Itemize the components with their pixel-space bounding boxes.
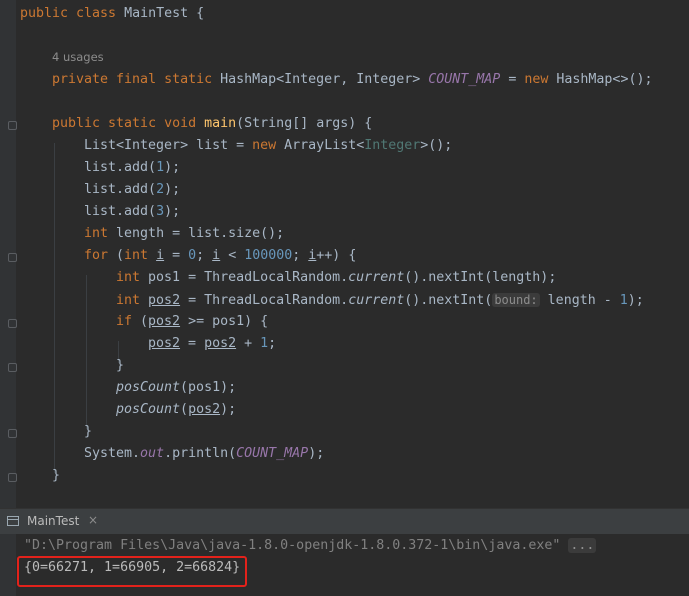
code-line[interactable]: list.add(3); — [84, 201, 180, 223]
code-line[interactable]: posCount(pos1); — [116, 377, 236, 399]
code-line[interactable]: private final static HashMap<Integer, In… — [52, 69, 652, 91]
code-line[interactable]: int pos1 = ThreadLocalRandom.current().n… — [116, 267, 556, 289]
code-line[interactable]: pos2 = pos2 + 1; — [148, 333, 276, 355]
code-line[interactable]: for (int i = 0; i < 100000; i++) { — [84, 245, 356, 267]
console-gutter — [0, 534, 16, 596]
code-line[interactable]: } — [116, 355, 124, 377]
code-line[interactable]: posCount(pos2); — [116, 399, 236, 421]
code-line[interactable]: int length = list.size(); — [84, 223, 284, 245]
code-line[interactable]: list.add(2); — [84, 179, 180, 201]
code-line[interactable]: public class MainTest { — [20, 3, 204, 25]
fold-icon[interactable] — [8, 473, 17, 482]
highlight-box — [17, 556, 247, 587]
code-line[interactable]: } — [84, 421, 92, 443]
code-line[interactable]: public static void main(String[] args) { — [52, 113, 372, 135]
indent-guide — [86, 275, 87, 429]
code-line[interactable]: List<Integer> list = new ArrayList<Integ… — [84, 135, 452, 157]
expand-command-ellipsis[interactable]: ... — [568, 538, 597, 553]
code-line[interactable]: } — [52, 465, 60, 487]
code-line[interactable]: int pos2 = ThreadLocalRandom.current().n… — [116, 289, 644, 311]
code-line[interactable]: System.out.println(COUNT_MAP); — [84, 443, 324, 465]
run-tab-label[interactable]: MainTest — [27, 514, 79, 528]
console-command-line: "D:\Program Files\Java\java-1.8.0-openjd… — [24, 538, 597, 553]
usages-hint[interactable]: 4 usages — [52, 50, 104, 64]
fold-icon[interactable] — [8, 319, 17, 328]
indent-guide — [54, 143, 55, 473]
code-line[interactable]: if (pos2 >= pos1) { — [116, 311, 268, 333]
close-icon[interactable]: × — [88, 513, 98, 527]
fold-icon[interactable] — [8, 253, 17, 262]
code-line[interactable]: list.add(1); — [84, 157, 180, 179]
fold-icon[interactable] — [8, 429, 17, 438]
run-tab-bar: MainTest × — [0, 508, 689, 535]
code-editor[interactable]: public class MainTest { 4 usages private… — [0, 0, 689, 508]
run-console-icon — [7, 516, 19, 526]
fold-icon[interactable] — [8, 121, 17, 130]
parameter-hint: bound: — [492, 293, 540, 307]
fold-icon[interactable] — [8, 363, 17, 372]
